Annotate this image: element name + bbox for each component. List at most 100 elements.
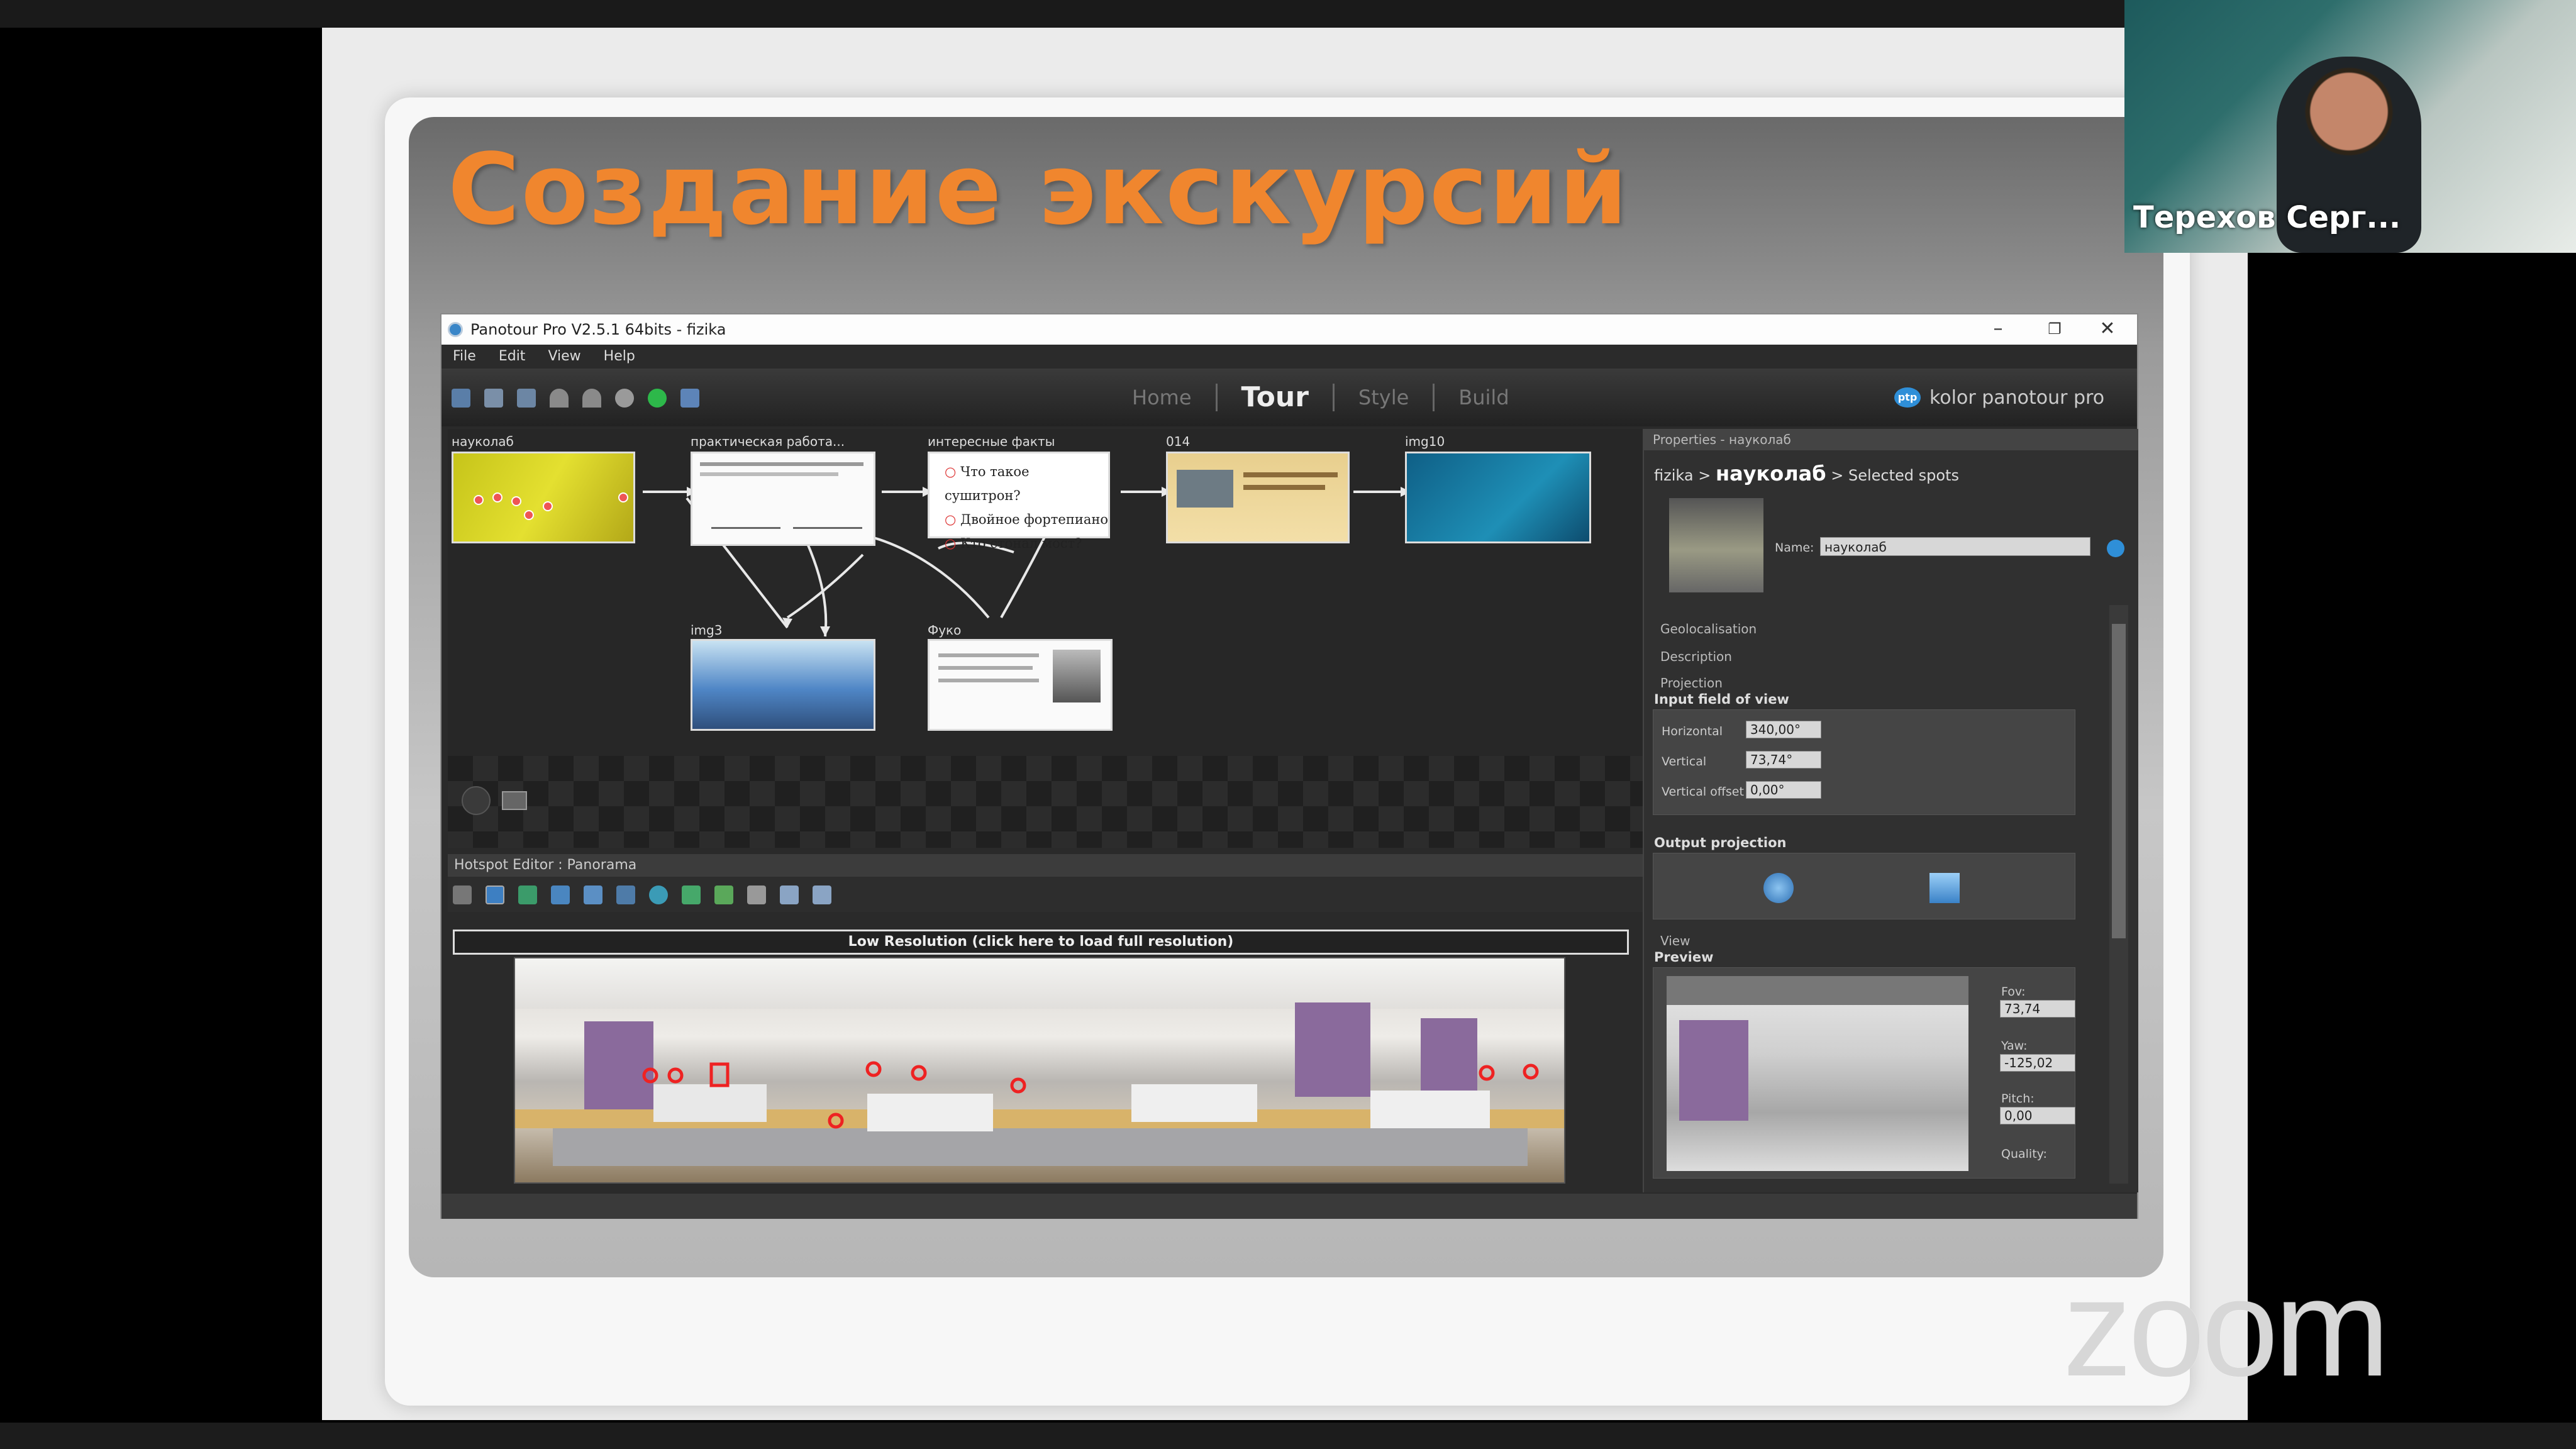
spherical-projection-icon[interactable] <box>1763 873 1794 903</box>
horizontal-input[interactable]: 340,00° <box>1746 721 1821 738</box>
add-hotspot-icon[interactable] <box>551 886 570 904</box>
node-label: Фуко <box>928 623 962 638</box>
slide-title: Создание экскурсий <box>448 132 1629 247</box>
fov-input[interactable]: 73,74 <box>2000 1000 2075 1018</box>
globe-icon[interactable] <box>649 886 668 904</box>
menu-file[interactable]: File <box>453 345 476 369</box>
hotspot-editor-title: Hotspot Editor : Panorama <box>454 857 637 873</box>
kolor-logo-icon: ptp <box>1894 387 1921 408</box>
menu-edit[interactable]: Edit <box>499 345 526 369</box>
panorama-thumbnail <box>1669 498 1763 592</box>
low-resolution-notice[interactable]: Low Resolution (click here to load full … <box>453 930 1629 955</box>
quality-label: Quality: <box>2001 1147 2047 1161</box>
hotspot-editor-titlebar: Hotspot Editor : Panorama <box>448 854 1643 877</box>
yaw-label: Yaw: <box>2001 1039 2028 1053</box>
properties-title: Properties - науколаб <box>1653 432 1791 447</box>
name-field[interactable]: науколаб <box>1820 537 2090 556</box>
fit-view-icon[interactable] <box>502 791 527 810</box>
zoom-screen-share: Создание экскурсий Panotour Pro V2.5.1 6… <box>0 0 2576 1449</box>
vertical-offset-label: Vertical offset <box>1662 785 1744 799</box>
section-view[interactable]: View <box>1660 933 1690 948</box>
vertical-input[interactable]: 73,74° <box>1746 751 1821 769</box>
section-description[interactable]: Description <box>1660 649 1732 664</box>
polygon-hotspot-icon[interactable] <box>518 886 537 904</box>
panorama-hotspots <box>642 1061 1539 1129</box>
window-titlebar: Panotour Pro V2.5.1 64bits - fizika – ❐ … <box>441 314 2137 345</box>
tour-node-naukolab[interactable] <box>452 452 635 543</box>
zoom-knob-icon[interactable] <box>462 786 491 815</box>
cubic-projection-icon[interactable] <box>1929 873 1960 903</box>
tab-tour[interactable]: Tour <box>1215 384 1333 411</box>
section-geolocalisation[interactable]: Geolocalisation <box>1660 621 1757 636</box>
panotour-window: Panotour Pro V2.5.1 64bits - fizika – ❐ … <box>440 313 2138 1219</box>
section-projection[interactable]: Projection <box>1660 675 1723 691</box>
undo-icon[interactable] <box>550 389 569 408</box>
breadcrumb-selected-spots[interactable]: Selected spots <box>1848 467 1959 484</box>
properties-scrollbar[interactable] <box>2109 605 2128 1184</box>
tour-node-foucault[interactable] <box>928 639 1113 731</box>
image-edit-icon[interactable] <box>813 886 831 904</box>
menu-help[interactable]: Help <box>604 345 635 369</box>
properties-panel: Properties - науколаб fizika > науколаб … <box>1643 429 2138 1192</box>
restore-icon[interactable]: ❐ <box>2026 314 2083 345</box>
fact-line: ○ Что такое сушитрон? <box>945 464 1030 503</box>
pitch-input[interactable]: 0,00 <box>2000 1107 2075 1124</box>
minimize-icon[interactable]: – <box>1970 314 2026 345</box>
participant-name: Терехов Серг... <box>2133 200 2401 235</box>
zoom-in-icon[interactable] <box>584 886 602 904</box>
node-label: интересные факты <box>928 434 1055 449</box>
add-panorama-icon[interactable] <box>452 389 470 408</box>
move-icon[interactable] <box>682 886 701 904</box>
hotspot-toolbar <box>448 877 1643 912</box>
breadcrumb: fizika > науколаб > Selected spots <box>1654 462 1960 486</box>
close-icon[interactable]: ✕ <box>2079 314 2136 345</box>
fov-label: Fov: <box>2001 985 2026 999</box>
tour-node-interesting-facts[interactable]: ○ Что такое сушитрон? ○ Двойное фортепиа… <box>928 452 1110 551</box>
output-projection-box <box>1653 853 2075 919</box>
gear-icon[interactable] <box>615 389 634 408</box>
tab-build[interactable]: Build <box>1433 384 1533 411</box>
yaw-input[interactable]: -125,02 <box>2000 1054 2075 1072</box>
zoom-bottom-bar <box>0 1423 2576 1449</box>
save-icon[interactable] <box>484 389 503 408</box>
fact-line: ○ Двойное фортепиано <box>945 512 1108 527</box>
tour-node-practical-work[interactable] <box>691 452 875 546</box>
tab-style[interactable]: Style <box>1332 384 1433 411</box>
breadcrumb-root[interactable]: fizika <box>1654 467 1694 484</box>
tour-graph-canvas[interactable]: науколаб практическая работа... интересн… <box>448 429 1643 848</box>
window-title: Panotour Pro V2.5.1 64bits - fizika <box>470 321 726 338</box>
fact-line: ○ Кто стонал мост? <box>945 536 1082 551</box>
vertical-label: Vertical <box>1662 755 1707 769</box>
play-icon[interactable] <box>648 389 667 408</box>
select-tool-icon[interactable] <box>453 886 472 904</box>
node-label: 014 <box>1166 434 1191 449</box>
point-hotspot-icon[interactable] <box>486 886 504 904</box>
navigation-tabs: Home Tour Style Build <box>1108 369 1533 426</box>
panorama-preview[interactable] <box>514 957 1565 1184</box>
naukolab-hotspots <box>474 492 628 520</box>
vertical-offset-input[interactable]: 0,00° <box>1746 781 1821 799</box>
preview-viewport[interactable] <box>1667 976 1968 1171</box>
zoom-watermark: zoom <box>2063 1250 2390 1405</box>
save-as-icon[interactable] <box>517 389 536 408</box>
tab-home[interactable]: Home <box>1108 384 1216 411</box>
input-fov-heading: Input field of view <box>1654 692 1789 707</box>
kolor-brand: ptp kolor panotour pro <box>1894 369 2104 426</box>
tour-node-img3[interactable] <box>691 639 875 731</box>
menu-bar: File Edit View Help <box>441 345 2137 369</box>
breadcrumb-current: науколаб <box>1715 462 1826 486</box>
graph-footer-area <box>448 756 1643 848</box>
properties-titlebar: Properties - науколаб <box>1644 429 2138 450</box>
tour-node-img10[interactable] <box>1405 452 1591 543</box>
node-label: img10 <box>1405 434 1445 449</box>
zoom-out-icon[interactable] <box>616 886 635 904</box>
menu-view[interactable]: View <box>548 345 580 369</box>
info-icon[interactable] <box>2107 540 2124 557</box>
rectangle-icon[interactable] <box>747 886 766 904</box>
tour-node-014[interactable] <box>1166 452 1350 543</box>
folder-icon[interactable] <box>680 389 699 408</box>
redo-icon[interactable] <box>582 389 601 408</box>
brand-text: kolor panotour pro <box>1929 386 2105 409</box>
image-icon[interactable] <box>780 886 799 904</box>
arrow-icon[interactable] <box>714 886 733 904</box>
